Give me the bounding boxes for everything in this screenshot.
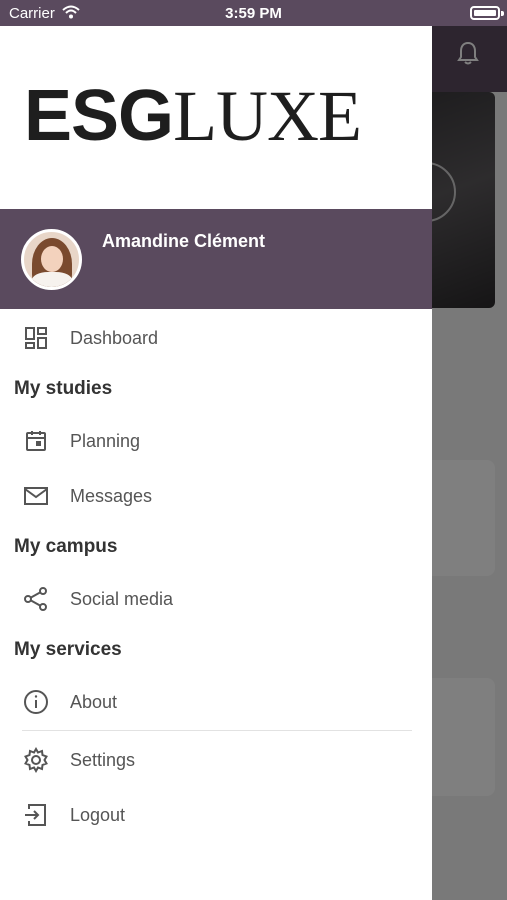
avatar bbox=[21, 229, 82, 290]
gear-icon bbox=[22, 746, 50, 774]
navigation-drawer: ESGLUXE Amandine Clément Dashboard My st… bbox=[0, 0, 432, 900]
brand-logo: ESGLUXE bbox=[24, 76, 362, 156]
menu-label: Planning bbox=[70, 430, 141, 451]
battery-icon bbox=[470, 6, 500, 20]
status-time: 3:59 PM bbox=[225, 5, 282, 22]
menu-item-logout[interactable]: Logout bbox=[0, 790, 432, 840]
menu-divider bbox=[22, 730, 412, 731]
battery-tip bbox=[501, 11, 504, 16]
dashboard-icon bbox=[22, 324, 50, 352]
menu-item-messages[interactable]: Messages bbox=[0, 471, 432, 521]
menu-label: Settings bbox=[70, 749, 136, 770]
menu-label: Logout bbox=[70, 804, 126, 825]
menu-item-social-media[interactable]: Social media bbox=[0, 574, 432, 624]
section-my-services: My services bbox=[14, 639, 122, 660]
menu-label: Social media bbox=[70, 588, 174, 609]
profile-header[interactable]: Amandine Clément bbox=[0, 209, 432, 309]
share-icon bbox=[22, 585, 50, 613]
menu-item-planning[interactable]: Planning bbox=[0, 416, 432, 466]
menu-label: About bbox=[70, 691, 118, 712]
menu-item-dashboard[interactable]: Dashboard bbox=[0, 313, 432, 363]
calendar-icon bbox=[22, 427, 50, 455]
menu-label: Messages bbox=[70, 485, 153, 506]
logo-area: ESGLUXE bbox=[0, 26, 432, 209]
info-icon bbox=[22, 688, 50, 716]
menu-item-settings[interactable]: Settings bbox=[0, 735, 432, 785]
menu-item-about[interactable]: About bbox=[0, 677, 432, 727]
menu-label: Dashboard bbox=[70, 327, 159, 348]
status-bar: Carrier 3:59 PM bbox=[0, 0, 507, 26]
logout-icon bbox=[22, 801, 50, 829]
profile-name: Amandine Clément bbox=[102, 231, 266, 251]
section-my-studies: My studies bbox=[14, 378, 113, 399]
section-my-campus: My campus bbox=[14, 536, 118, 557]
mail-icon bbox=[22, 482, 50, 510]
